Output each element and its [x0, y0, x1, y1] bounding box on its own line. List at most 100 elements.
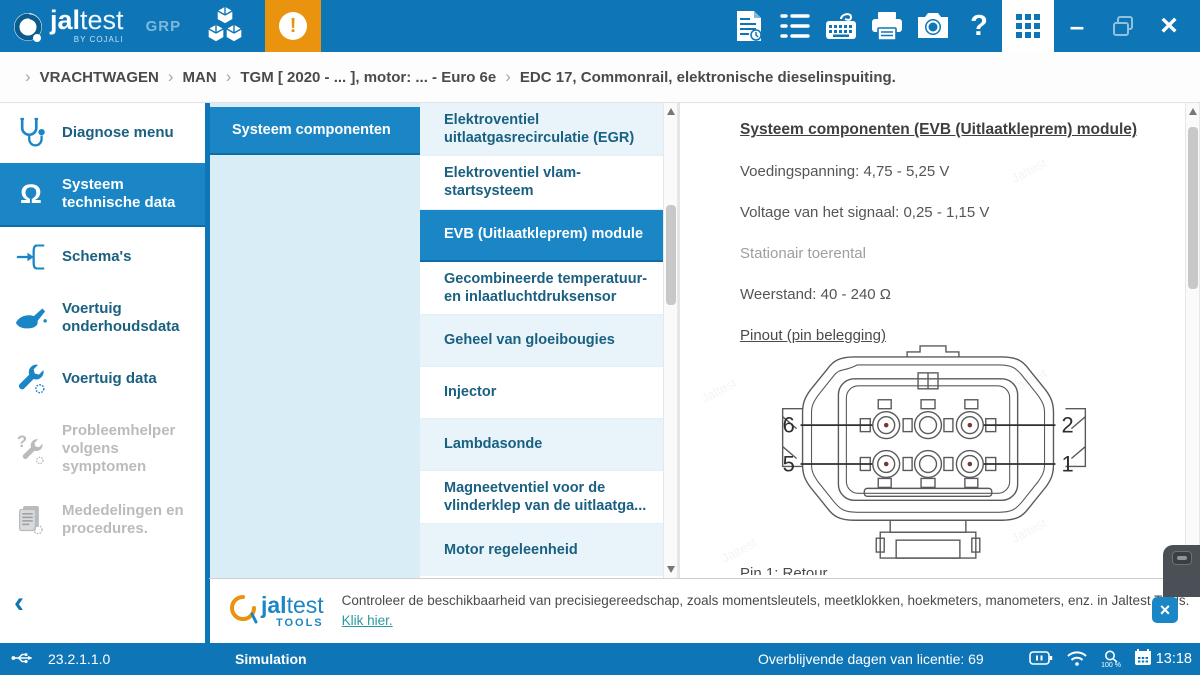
- breadcrumb-item-make[interactable]: MAN: [183, 69, 217, 86]
- sidebar-collapse-chevron[interactable]: ‹: [14, 588, 24, 618]
- status-bar: 23.2.1.1.0 Simulation Overblijvende dage…: [0, 643, 1200, 675]
- component-item[interactable]: Elektroventiel uitlaatgasrecirculatie (E…: [420, 103, 663, 156]
- systems-item-components[interactable]: Systeem componenten: [210, 107, 420, 155]
- scroll-up-arrow[interactable]: [1189, 108, 1197, 115]
- component-item[interactable]: Magneetventiel voor de vlinderklep van d…: [420, 471, 663, 524]
- connector-diagram: 6 2 5 1: [768, 343, 1100, 577]
- component-item[interactable]: Motor regeleenheid: [420, 524, 663, 576]
- scroll-up-arrow[interactable]: [667, 108, 675, 115]
- brand-bold: jal: [50, 5, 80, 35]
- sidebar-item-label: Probleemhelper volgens symptomen: [62, 422, 197, 476]
- component-item[interactable]: Elektroventiel vlam-startsysteem: [420, 156, 663, 209]
- report-icon[interactable]: [726, 0, 772, 52]
- component-item[interactable]: Lambdasonde: [420, 419, 663, 471]
- detail-title: Systeem componenten (EVB (Uitlaatkleprem…: [740, 121, 1185, 139]
- version-label: 23.2.1.1.0: [48, 651, 110, 667]
- spec-signal-voltage: Voltage van het signaal: 0,25 - 1,15 V: [740, 204, 1185, 221]
- sidebar-item-label: Voertuig data: [62, 370, 157, 388]
- banner-message: Controleer de beschikbaarheid van precis…: [342, 591, 1192, 632]
- component-item-selected[interactable]: EVB (Uitlaatkleprem) module: [420, 210, 663, 262]
- banner-close-button[interactable]: ×: [1152, 597, 1178, 623]
- cubes-icon[interactable]: [203, 3, 247, 50]
- documents-icon: [14, 503, 48, 537]
- zoom-percent-label: 100 %: [1101, 662, 1121, 669]
- svg-text:?: ?: [17, 433, 27, 451]
- license-days-label: Overblijvende dagen van licentie: 69: [758, 651, 984, 667]
- zoom-level-icon[interactable]: 100 %: [1101, 650, 1121, 669]
- help-icon[interactable]: ?: [970, 10, 988, 43]
- keyboard-icon[interactable]: [818, 0, 864, 52]
- question-wrench-icon: ?: [14, 432, 48, 466]
- breadcrumb-item-system[interactable]: EDC 17, Commonrail, elektronische diesel…: [520, 69, 896, 86]
- detail-scrollbar[interactable]: [1185, 103, 1200, 578]
- component-item[interactable]: Geheel van gloeibougies: [420, 315, 663, 367]
- scrollbar-thumb[interactable]: [666, 205, 676, 305]
- sidebar-item-schemas[interactable]: Schema's: [0, 227, 205, 287]
- sidebar-item-diagnose-menu[interactable]: Diagnose menu: [0, 103, 205, 163]
- component-item[interactable]: Gecombineerde temperatuur- en inlaatluch…: [420, 262, 663, 315]
- pin-label-5: 5: [783, 451, 795, 476]
- scrollbar-thumb[interactable]: [1188, 127, 1198, 289]
- tools-brand-light: test: [287, 592, 324, 618]
- schematic-icon: [14, 240, 48, 274]
- oil-can-icon: [14, 301, 48, 335]
- scroll-down-arrow[interactable]: [667, 566, 675, 573]
- minimize-button[interactable]: –: [1070, 13, 1084, 39]
- sidebar: Diagnose menu Ω Systeem technische data …: [0, 103, 205, 643]
- support-tab[interactable]: [1163, 545, 1200, 597]
- spec-idle-speed: Stationair toerental: [740, 245, 1185, 262]
- components-scrollbar[interactable]: [663, 103, 678, 578]
- tools-brand-sub: TOOLS: [261, 618, 324, 629]
- sidebar-item-system-technical-data[interactable]: Ω Systeem technische data: [0, 163, 205, 227]
- wrench-icon: [14, 362, 48, 396]
- calendar-icon[interactable]: [1134, 649, 1152, 669]
- sidebar-item-problem-helper: ? Probleemhelper volgens symptomen: [0, 409, 205, 489]
- pinout-link[interactable]: Pinout (pin belegging): [740, 327, 886, 344]
- brand-light: test: [80, 5, 124, 35]
- watermark: Jaltest: [699, 375, 739, 406]
- detail-panel: Jaltest Jaltest Jaltest Jaltest Jaltest …: [680, 103, 1185, 578]
- pin-label-2: 2: [1061, 413, 1073, 438]
- close-button[interactable]: ×: [1160, 11, 1178, 41]
- top-bar: jaltest BY COJALI GRP !: [0, 0, 1200, 52]
- component-item[interactable]: Injector: [420, 367, 663, 419]
- mode-label: Simulation: [235, 651, 307, 667]
- sidebar-item-vehicle-data[interactable]: Voertuig data: [0, 349, 205, 409]
- tools-brand-bold: jal: [261, 592, 287, 618]
- list-icon[interactable]: [772, 0, 818, 52]
- pin-caption-clipped: Pin 1: Retour...: [740, 565, 1120, 575]
- tools-logo-icon: [228, 594, 258, 628]
- apps-grid-button[interactable]: [1002, 0, 1054, 52]
- sidebar-item-label: Schema's: [62, 248, 131, 266]
- apps-grid-icon: [1016, 14, 1040, 38]
- brand-byline: BY COJALI: [50, 36, 124, 44]
- jaltest-logo: jaltest BY COJALI: [12, 7, 124, 45]
- pin-label-6: 6: [783, 413, 795, 438]
- breadcrumb-separator: ›: [505, 67, 511, 87]
- warning-tile[interactable]: !: [265, 0, 321, 52]
- grp-label: GRP: [146, 18, 182, 35]
- support-chat-icon: [1172, 551, 1192, 565]
- tools-banner: jaltest TOOLS Controleer de beschikbaarh…: [210, 579, 1200, 643]
- sidebar-item-label: Diagnose menu: [62, 124, 174, 142]
- omega-icon: Ω: [20, 181, 42, 208]
- print-icon[interactable]: [864, 0, 910, 52]
- components-list: Elektroventiel uitlaatgasrecirculatie (E…: [420, 103, 663, 578]
- breadcrumb: › VRACHTWAGEN › MAN › TGM [ 2020 - ... ]…: [16, 67, 896, 87]
- breadcrumb-item-vehicle-type[interactable]: VRACHTWAGEN: [40, 69, 159, 86]
- clock-label: 13:18: [1156, 651, 1192, 667]
- banner-link[interactable]: Klik hier.: [342, 613, 393, 628]
- pin-label-1: 1: [1061, 451, 1073, 476]
- warning-icon: !: [279, 12, 307, 40]
- breadcrumb-bar: › VRACHTWAGEN › MAN › TGM [ 2020 - ... ]…: [0, 52, 1200, 103]
- breadcrumb-item-model[interactable]: TGM [ 2020 - ... ], motor: ... - Euro 6e: [240, 69, 496, 86]
- jaltest-tools-logo: jaltest TOOLS: [228, 594, 324, 629]
- screenshot-icon[interactable]: [910, 0, 956, 52]
- spec-resistance: Weerstand: 40 - 240 Ω: [740, 286, 1185, 303]
- battery-icon: [1029, 651, 1053, 668]
- restore-window-button[interactable]: [1100, 0, 1146, 52]
- sidebar-item-messages-procedures: Mededelingen en procedures.: [0, 489, 205, 551]
- banner-message-text: Controleer de beschikbaarheid van precis…: [342, 593, 1190, 608]
- sidebar-item-vehicle-maintenance-data[interactable]: Voertuig onderhoudsdata: [0, 287, 205, 349]
- spec-supply-voltage: Voedingspanning: 4,75 - 5,25 V: [740, 163, 1185, 180]
